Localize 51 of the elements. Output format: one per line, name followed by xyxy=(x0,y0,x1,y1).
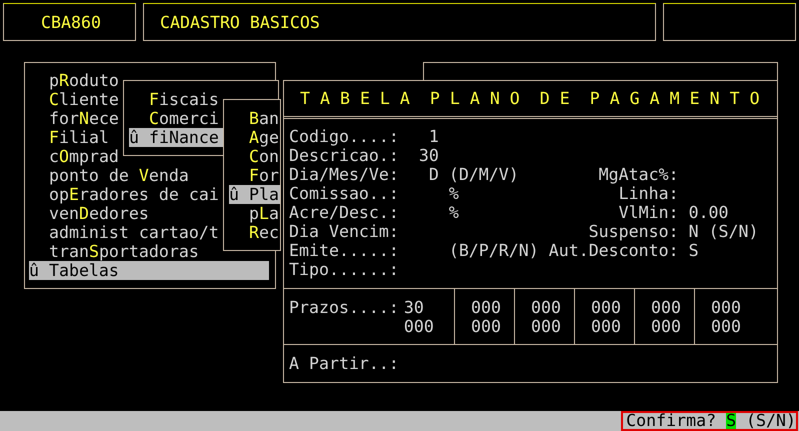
term-value[interactable]: 000 xyxy=(651,317,681,336)
menu-item[interactable]: Rec xyxy=(229,223,280,242)
field-value[interactable]: 1 xyxy=(428,127,439,146)
term-value[interactable]: 30 xyxy=(404,298,434,318)
field-label: Emite.....: xyxy=(289,241,400,260)
field-hint: % xyxy=(448,203,459,222)
field-label: A Partir..: xyxy=(289,354,399,373)
term-value[interactable]: 000 xyxy=(531,317,561,336)
field-label: Suspenso: xyxy=(588,222,679,242)
term-value[interactable]: 000 xyxy=(591,298,621,318)
field-label: Descricao.: xyxy=(289,146,400,166)
field-label: Linha: xyxy=(618,184,679,204)
term-value[interactable]: 000 xyxy=(711,317,741,336)
program-code: CBA860 xyxy=(41,12,101,32)
field-label: MgAtac%: xyxy=(598,165,679,184)
menu-item[interactable]: Con xyxy=(229,147,280,166)
field-value[interactable]: D xyxy=(428,165,439,184)
term-value[interactable]: 000 xyxy=(711,298,741,318)
term-value[interactable]: 000 xyxy=(531,298,561,318)
term-value[interactable]: 000 xyxy=(591,317,621,336)
menu-item[interactable]: û Tabelas xyxy=(29,261,269,280)
confirm-options: (S/N) xyxy=(746,413,796,429)
term-value[interactable]: 000 xyxy=(471,298,501,318)
screen-title: CADASTRO BASICOS xyxy=(160,12,320,32)
field-hint: (D/M/V) xyxy=(448,165,519,184)
field-value[interactable]: S xyxy=(688,241,699,260)
form-title: T A B E L A P L A N O D E P A G A M E N T O xyxy=(300,89,760,108)
field-label: Tipo......: xyxy=(289,260,400,280)
confirm-prompt: Confirma? xyxy=(626,413,716,429)
field-value[interactable]: 0.00 xyxy=(688,203,729,222)
field-label: Aut.Desconto: xyxy=(548,241,679,260)
term-value[interactable]: 000 xyxy=(471,317,501,336)
field-label: VlMin: xyxy=(618,203,679,222)
field-label: Dia/Mes/Ve: xyxy=(289,165,400,184)
field-label: Dia Vencim: xyxy=(289,222,400,242)
field-hint: % xyxy=(448,184,459,204)
field-value[interactable]: 30 xyxy=(418,146,439,166)
field-label: Acre/Desc.: xyxy=(289,203,400,222)
field-label: Prazos....: xyxy=(289,298,400,320)
menu-item[interactable]: pLa xyxy=(229,204,280,223)
field-hint: (S/N) xyxy=(708,222,759,242)
menu-item[interactable]: û Pla xyxy=(229,185,280,204)
field-label: Codigo....: xyxy=(289,127,400,146)
menu-item[interactable]: For xyxy=(229,166,280,185)
confirm-answer-field[interactable]: S xyxy=(726,413,736,429)
field-label: Comissao..: xyxy=(289,184,400,204)
term-value[interactable]: 000 xyxy=(404,317,434,336)
term-value[interactable]: 000 xyxy=(651,298,681,318)
field-hint: (B/P/R/N) xyxy=(448,241,539,260)
menu-item[interactable]: Ban xyxy=(229,109,280,128)
field-value[interactable]: N xyxy=(688,222,699,242)
